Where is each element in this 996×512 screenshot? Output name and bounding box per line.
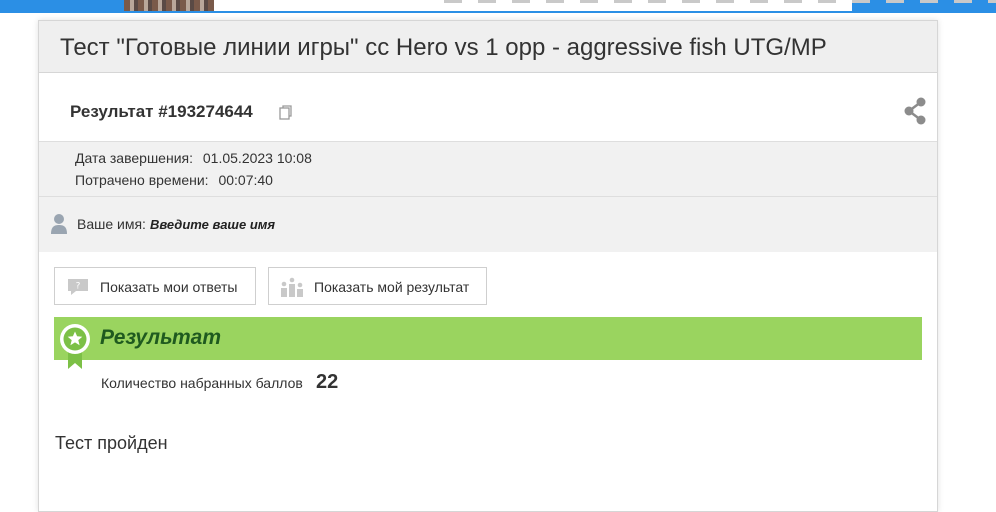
result-section-header: Результат bbox=[54, 317, 922, 360]
user-name-field[interactable]: Введите ваше имя bbox=[150, 217, 275, 232]
result-section-title: Результат bbox=[100, 326, 222, 349]
top-browser-strip bbox=[0, 0, 996, 13]
user-name-label: Ваше имя: bbox=[77, 216, 146, 232]
podium-icon bbox=[281, 277, 303, 297]
time-label: Потрачено времени: bbox=[75, 172, 209, 188]
time-value: 00:07:40 bbox=[218, 172, 273, 188]
result-meta: Дата завершения: 01.05.2023 10:08 Потрач… bbox=[39, 142, 937, 197]
share-icon[interactable] bbox=[903, 97, 927, 125]
user-icon bbox=[51, 214, 67, 234]
page-title: Тест "Готовые линии игры" сс Hero vs 1 o… bbox=[60, 34, 827, 61]
show-result-label: Показать мой результат bbox=[314, 279, 470, 295]
copy-icon[interactable] bbox=[279, 105, 293, 121]
result-header: Результат #193274644 bbox=[39, 73, 937, 142]
score-label: Количество набранных баллов bbox=[101, 375, 303, 391]
completed-row: Дата завершения: 01.05.2023 10:08 bbox=[75, 150, 312, 166]
banner-text-fragment bbox=[444, 0, 996, 3]
title-bar: Тест "Готовые линии игры" сс Hero vs 1 o… bbox=[39, 21, 937, 73]
svg-text:?: ? bbox=[76, 282, 81, 292]
banner-area bbox=[214, 0, 996, 11]
show-answers-label: Показать мои ответы bbox=[100, 279, 238, 295]
question-icon: ? bbox=[68, 279, 88, 295]
award-ribbon-icon bbox=[60, 324, 90, 369]
score-value: 22 bbox=[316, 371, 339, 393]
show-answers-button[interactable]: ? Показать мои ответы bbox=[54, 267, 256, 305]
banner-thumbnail bbox=[124, 0, 214, 11]
test-status: Тест пройден bbox=[55, 433, 168, 453]
test-result-card: Тест "Готовые линии игры" сс Hero vs 1 o… bbox=[38, 20, 938, 512]
completed-value: 01.05.2023 10:08 bbox=[202, 150, 312, 166]
show-result-button[interactable]: Показать мой результат bbox=[268, 267, 487, 305]
result-id: Результат #193274644 bbox=[70, 102, 253, 121]
time-row: Потрачено времени: 00:07:40 bbox=[75, 172, 273, 188]
user-name-row: Ваше имя: Введите ваше имя bbox=[39, 197, 937, 252]
completed-label: Дата завершения: bbox=[75, 150, 193, 166]
